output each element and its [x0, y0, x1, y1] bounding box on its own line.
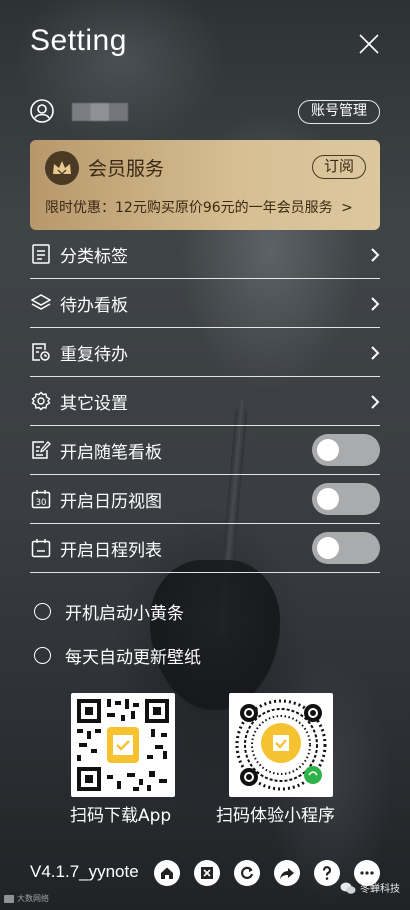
watermark-logo-icon — [4, 894, 14, 903]
footer-bar: V4.1.7_yynote — [30, 858, 390, 888]
chevron-right-icon — [371, 395, 380, 409]
menu-item-label: 待办看板 — [60, 295, 128, 316]
radio-button[interactable] — [34, 602, 51, 620]
menu-item-schedule-list: 开启日程列表 — [30, 524, 380, 573]
menu-item-calendar-view: 30 开启日历视图 — [30, 475, 380, 524]
crown-icon — [45, 151, 79, 185]
menu-item-todo-board[interactable]: 待办看板 — [30, 279, 380, 328]
toggle-knob — [317, 439, 339, 461]
calendar-number: 30 — [36, 498, 47, 508]
menu-item-label: 分类标签 — [60, 246, 128, 267]
refresh-icon[interactable] — [234, 860, 260, 886]
menu-item-label: 其它设置 — [60, 393, 128, 414]
wechat-icon — [340, 882, 356, 894]
menu-item-notes-board: 开启随笔看板 — [30, 426, 380, 475]
account-management-button[interactable]: 账号管理 — [298, 100, 380, 124]
calendar-list-icon — [30, 537, 52, 559]
help-icon[interactable] — [314, 860, 340, 886]
layers-icon — [30, 292, 52, 314]
menu-item-repeat-todo[interactable]: 重复待办 — [30, 328, 380, 377]
calendar-view-toggle[interactable] — [312, 483, 380, 515]
chevron-right-icon — [371, 248, 380, 262]
option-auto-wallpaper[interactable]: 每天自动更新壁纸 — [34, 640, 201, 670]
menu-item-other-settings[interactable]: 其它设置 — [30, 377, 380, 426]
schedule-list-toggle[interactable] — [312, 532, 380, 564]
home-icon[interactable] — [154, 860, 180, 886]
vip-card: 会员服务 订阅 限时优惠：12元购买原价96元的一年会员服务 > — [30, 140, 380, 230]
username-blurred — [72, 103, 128, 121]
watermark-right-text: 冬蝉科技 — [360, 884, 400, 895]
menu-item-label: 开启日程列表 — [60, 540, 162, 561]
menu-item-label: 开启日历视图 — [60, 491, 162, 512]
watermark-left: 大数网络 — [4, 893, 49, 904]
settings-menu: 分类标签 待办看板 重复待办 其它设置 开启随笔看板 30 开启日历视图 开启日… — [30, 230, 380, 573]
option-label: 开机启动小黄条 — [65, 603, 184, 624]
toggle-knob — [317, 537, 339, 559]
chevron-right-icon: > — [341, 200, 353, 216]
menu-item-categories[interactable]: 分类标签 — [30, 230, 380, 279]
qr-code-miniprogram — [229, 693, 333, 797]
qr-code-app — [71, 693, 175, 797]
version-label: V4.1.7_yynote — [30, 862, 139, 881]
subscribe-button[interactable]: 订阅 — [311, 155, 366, 179]
excel-icon[interactable] — [194, 860, 220, 886]
close-icon[interactable] — [358, 33, 380, 55]
option-autostart[interactable]: 开机启动小黄条 — [34, 596, 184, 626]
calendar-30-icon: 30 — [30, 488, 52, 510]
option-label: 每天自动更新壁纸 — [65, 647, 201, 668]
page-title: Setting — [30, 24, 127, 57]
watermark-right: 冬蝉科技 — [340, 880, 400, 895]
user-row: 账号管理 — [30, 98, 380, 126]
gear-icon — [30, 390, 52, 412]
edit-note-icon — [30, 439, 52, 461]
menu-item-label: 开启随笔看板 — [60, 442, 162, 463]
radio-button[interactable] — [34, 646, 51, 664]
watermark-left-text: 大数网络 — [17, 894, 49, 903]
user-icon — [30, 99, 54, 123]
menu-item-label: 重复待办 — [60, 344, 128, 365]
list-doc-icon — [30, 243, 52, 265]
vip-title: 会员服务 — [88, 158, 165, 180]
vip-promo-text: 限时优惠：12元购买原价96元的一年会员服务 — [45, 200, 333, 216]
repeat-doc-icon — [30, 341, 52, 363]
share-icon[interactable] — [274, 860, 300, 886]
chevron-right-icon — [371, 297, 380, 311]
settings-panel: Setting 账号管理 会员服务 订阅 限时优惠：12元购买原价96元的一年会… — [0, 0, 410, 910]
qr-label-miniprogram: 扫码体验小程序 — [216, 806, 335, 826]
chevron-right-icon — [371, 346, 380, 360]
notes-board-toggle[interactable] — [312, 434, 380, 466]
toggle-knob — [317, 488, 339, 510]
qr-label-app: 扫码下载App — [70, 806, 172, 826]
vip-promo-link[interactable]: 限时优惠：12元购买原价96元的一年会员服务 > — [45, 197, 353, 217]
